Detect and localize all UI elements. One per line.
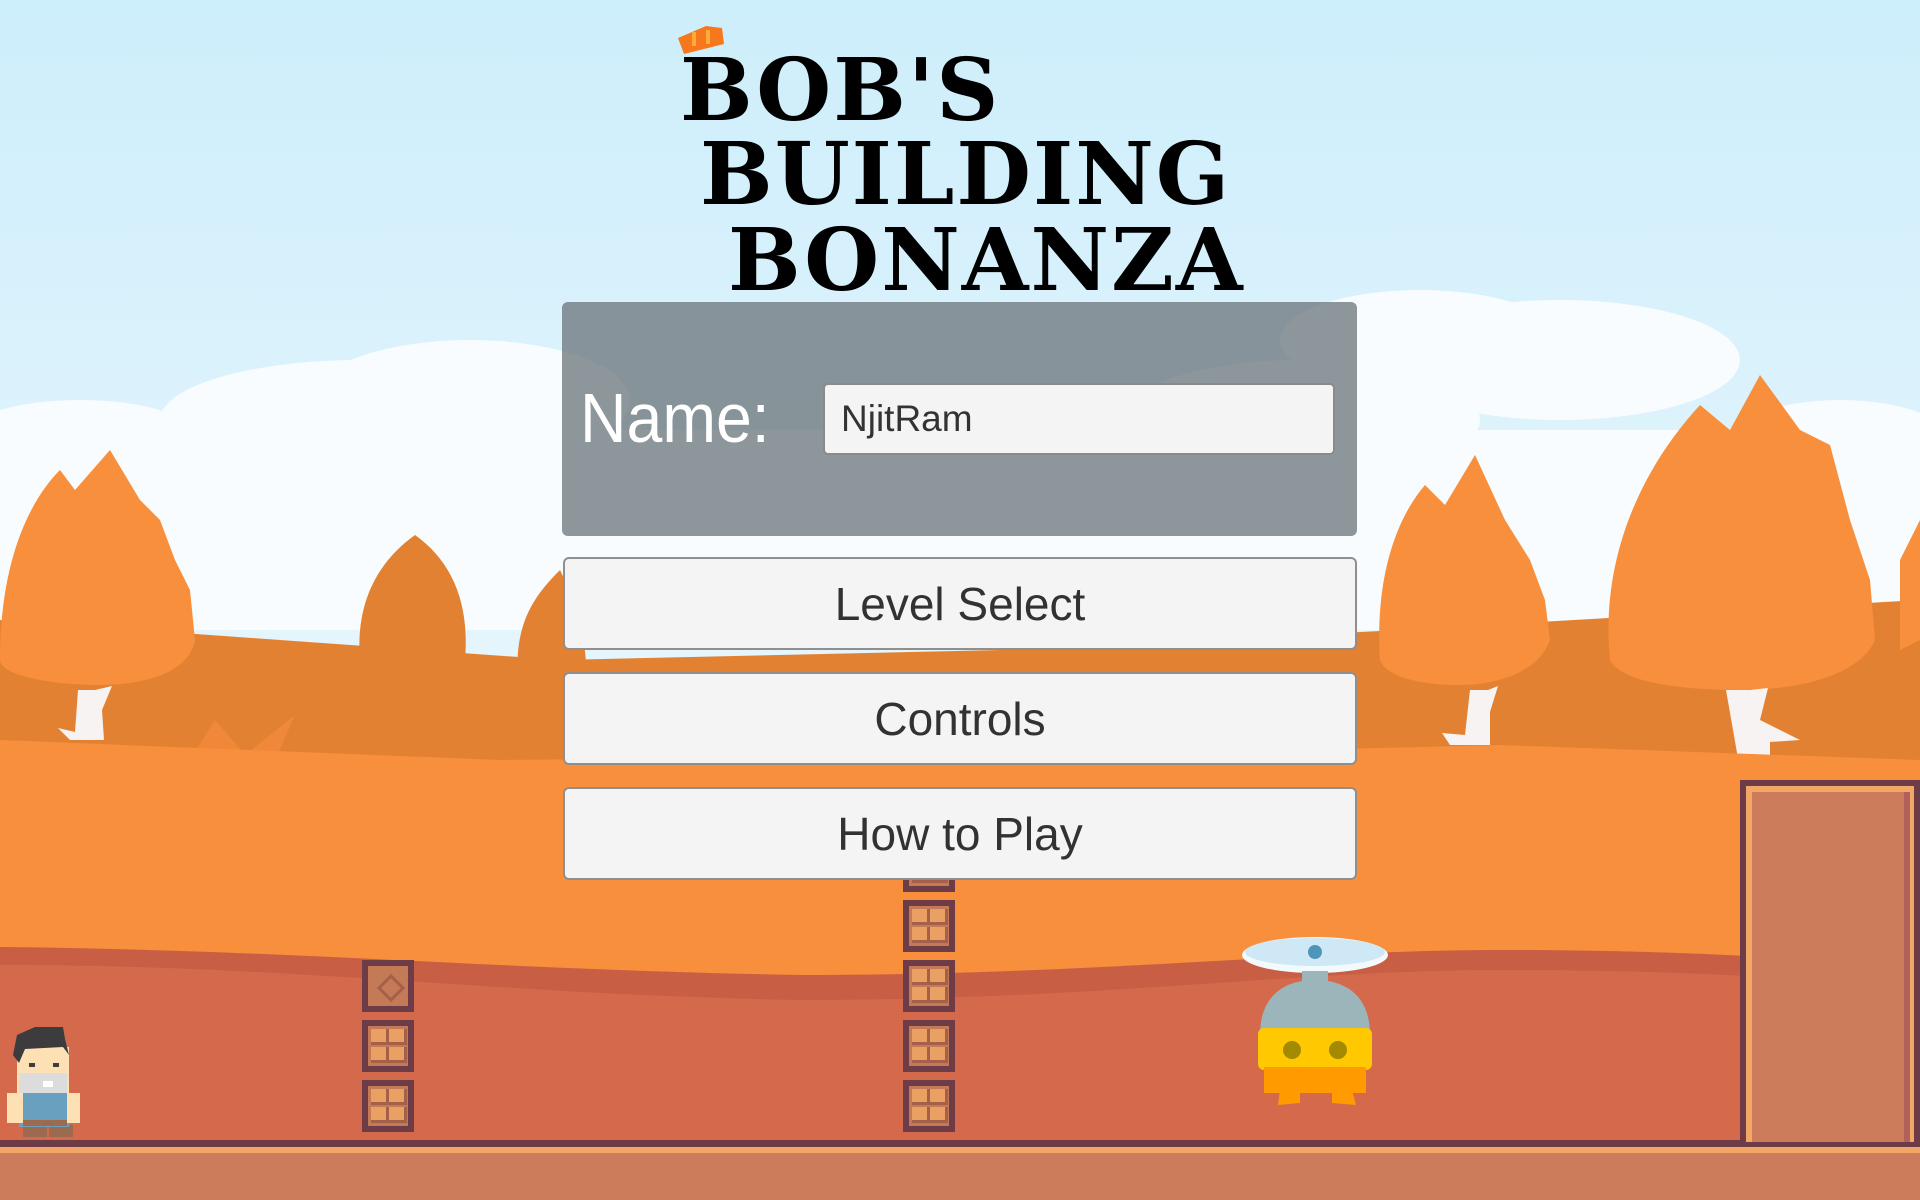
crate-block — [903, 900, 955, 952]
ground-highlight — [0, 1147, 1920, 1153]
crate-block — [362, 1080, 414, 1132]
player-character — [7, 1027, 80, 1137]
ground — [0, 1153, 1920, 1200]
how-to-play-button[interactable]: How to Play — [563, 787, 1357, 880]
title-line-1: BOB'S — [680, 40, 1001, 141]
crate-block — [903, 960, 955, 1012]
title-line-2: BUILDING — [700, 124, 1232, 225]
controls-button[interactable]: Controls — [563, 672, 1357, 765]
ground-edge — [0, 1140, 1920, 1147]
crate-block — [903, 1020, 955, 1072]
name-label: Name: — [580, 379, 770, 457]
crate-block-marked — [362, 960, 414, 1012]
crate-block — [903, 1080, 955, 1132]
name-input[interactable] — [823, 383, 1335, 455]
crate-block — [362, 1020, 414, 1072]
title-line-3: BONANZA — [728, 210, 1245, 311]
stone-block — [1740, 780, 1920, 1142]
propeller-enemy — [1242, 937, 1388, 1105]
level-select-button[interactable]: Level Select — [563, 557, 1357, 650]
